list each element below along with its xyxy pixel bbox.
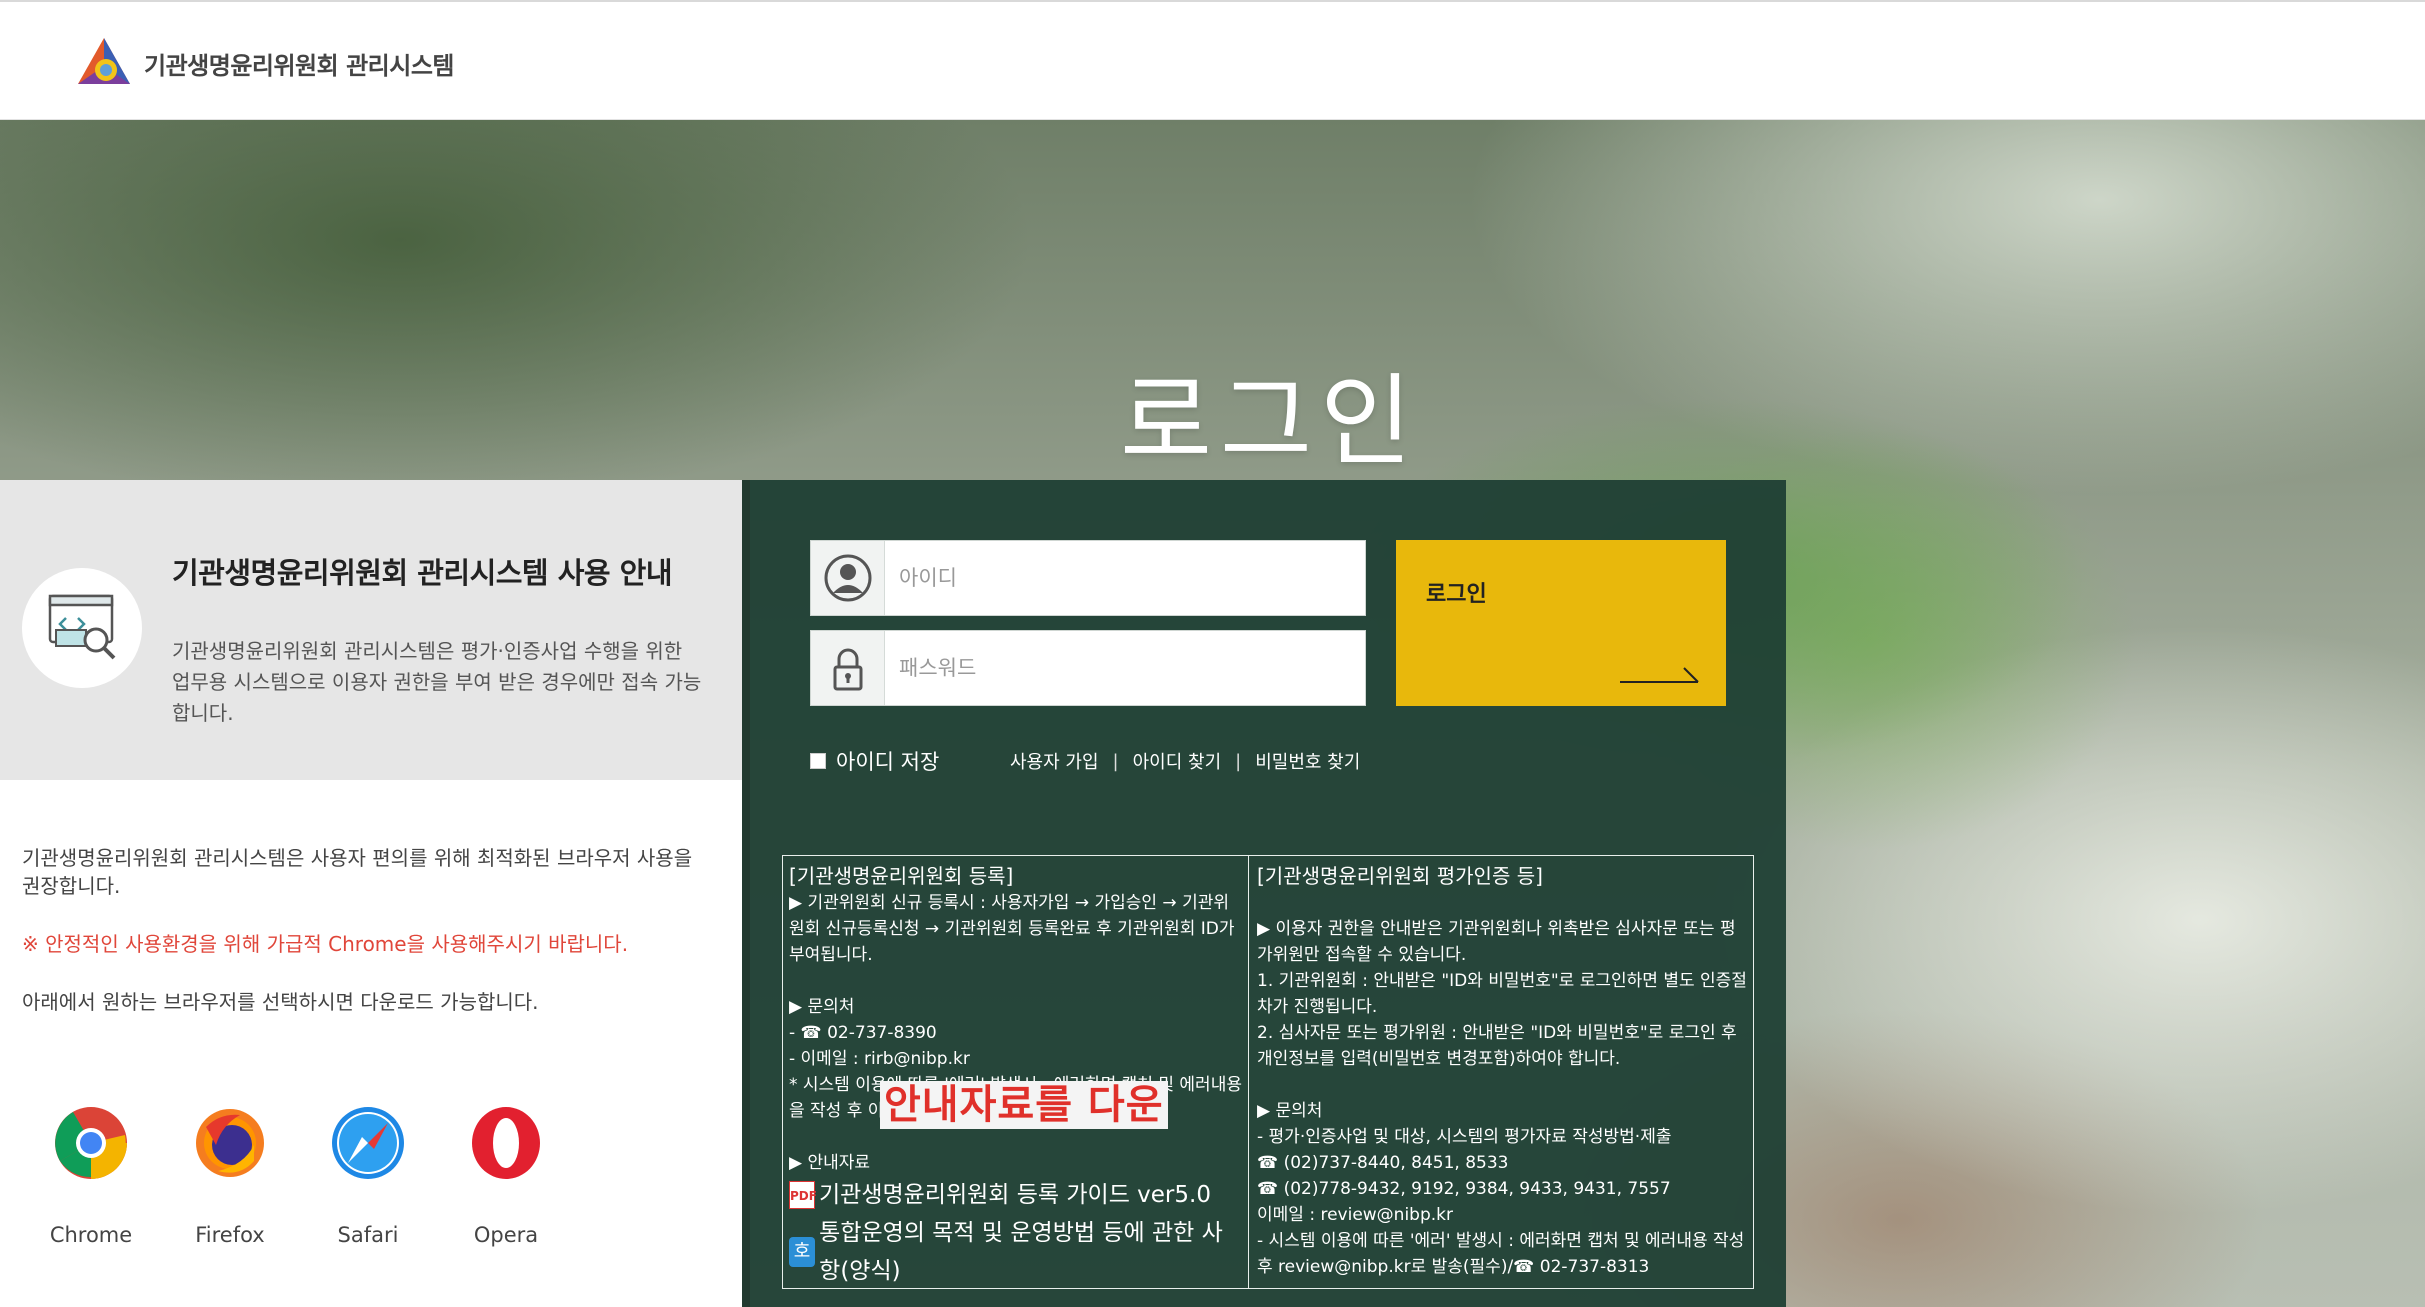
guide-panel: 기관생명윤리위원회 관리시스템 사용 안내 기관생명윤리위원회 관리시스템은 평… [0, 480, 742, 780]
panel-divider [742, 480, 750, 1307]
contact-heading: ▶ 문의처 [1257, 1101, 1323, 1121]
remember-checkbox[interactable] [810, 753, 826, 769]
form-file-name[interactable]: 통합운영의 목적 및 운영방법 등에 관한 사항(양식) [819, 1214, 1242, 1288]
guide-icon-frame [22, 568, 142, 688]
contact-phone: ☎ (02)737-8440, 8451, 8533 [1257, 1153, 1509, 1173]
arrow-right-icon[interactable] [1620, 662, 1700, 684]
form-download-link[interactable]: 호 통합운영의 목적 및 운영방법 등에 관한 사항(양식) [789, 1214, 1242, 1288]
browser-guide: 기관생명윤리위원회 관리시스템은 사용자 편의를 위해 최적화된 브라우저 사용… [0, 780, 742, 1307]
site-header: 기관생명윤리위원회 관리시스템 [0, 0, 2425, 120]
logo-icon[interactable] [76, 36, 132, 88]
chrome-notice: ※ 안정적인 사용환경을 위해 가급적 Chrome을 사용해주시기 바랍니다. [22, 932, 629, 956]
pdf-icon: PDF [789, 1181, 817, 1209]
guide-download-link[interactable]: PDF 기관생명윤리위원회 등록 가이드 ver5.0 [789, 1176, 1242, 1214]
guide-heading: 기관생명윤리위원회 관리시스템 사용 안내 [172, 556, 673, 590]
evaluation-heading: [기관생명윤리위원회 평가인증 등] [1257, 864, 1543, 888]
user-icon-box [811, 541, 885, 615]
contact-heading: ▶ 문의처 [789, 997, 855, 1017]
browser-label[interactable]: Safari [313, 1223, 423, 1247]
registration-heading: [기관생명윤리위원회 등록] [789, 864, 1014, 888]
browser-notice: 기관생명윤리위원회 관리시스템은 사용자 편의를 위해 최적화된 브라우저 사용… [22, 846, 693, 898]
guide-file-name[interactable]: 기관생명윤리위원회 등록 가이드 ver5.0 [819, 1176, 1211, 1214]
evaluation-line: 1. 기관위원회 : 안내받은 "ID와 비밀번호"로 로그인하면 별도 인증절… [1257, 971, 1747, 1017]
evaluation-line: ▶ 이용자 권한을 안내받은 기관위원회나 위촉받은 심사자문 또는 평가위원만… [1257, 919, 1736, 965]
remember-id[interactable]: 아이디 저장 [810, 746, 939, 776]
site-title[interactable]: 기관생명윤리위원회 관리시스템 [144, 46, 454, 81]
browser-firefox[interactable]: Firefox [175, 1105, 285, 1247]
info-evaluation: [기관생명윤리위원회 평가인증 등] ▶ 이용자 권한을 안내받은 기관위원회나… [1249, 856, 1753, 1288]
link-separator: | [1112, 750, 1119, 772]
id-field[interactable] [810, 540, 1366, 616]
contact-email: 이메일 : review@nibp.kr [1257, 1205, 1453, 1225]
password-input[interactable] [885, 631, 1363, 705]
info-box: [기관생명윤리위원회 등록] ▶ 기관위원회 신규 등록시 : 사용자가입 → … [782, 855, 1754, 1289]
guide-description: 기관생명윤리위원회 관리시스템은 평가·인증사업 수행을 위한 업무용 시스템으… [172, 639, 702, 725]
link-separator: | [1235, 750, 1242, 772]
contact-description: - 평가·인증사업 및 대상, 시스템의 평가자료 작성방법·제출 [1257, 1127, 1672, 1147]
id-input[interactable] [885, 541, 1363, 615]
signup-link[interactable]: 사용자 가입 [1010, 748, 1099, 774]
login-button[interactable]: 로그인 [1396, 540, 1726, 706]
download-banner: 안내자료를 다운 [880, 1081, 1168, 1129]
browser-opera[interactable]: Opera [451, 1105, 561, 1247]
error-note: - 시스템 이용에 따른 '에러' 발생시 : 에러화면 캡처 및 에러내용 작… [1257, 1231, 1745, 1277]
chrome-icon[interactable] [53, 1105, 129, 1181]
materials-heading: ▶ 안내자료 [789, 1153, 871, 1173]
lock-icon-box [811, 631, 885, 705]
browser-label[interactable]: Firefox [175, 1223, 285, 1247]
registration-steps: ▶ 기관위원회 신규 등록시 : 사용자가입 → 가입승인 → 기관위원회 신규… [789, 893, 1235, 965]
find-id-link[interactable]: 아이디 찾기 [1133, 748, 1222, 774]
user-icon [824, 554, 872, 602]
opera-icon[interactable] [468, 1105, 544, 1181]
login-links: 사용자 가입 | 아이디 찾기 | 비밀번호 찾기 [1010, 748, 1360, 774]
evaluation-line: 2. 심사자문 또는 평가위원 : 안내받은 "ID와 비밀번호"로 로그인 후… [1257, 1023, 1737, 1069]
lock-icon [833, 648, 863, 691]
info-panel: [기관생명윤리위원회 등록] ▶ 기관위원회 신규 등록시 : 사용자가입 → … [750, 825, 1786, 1307]
hwp-file-icon: 호 [789, 1237, 816, 1267]
login-panel: 로그인 아이디 저장 사용자 가입 | 아이디 찾기 | 비밀번호 찾기 [750, 480, 1786, 825]
login-button-label[interactable]: 로그인 [1426, 576, 1487, 608]
password-field[interactable] [810, 630, 1366, 706]
browser-chrome[interactable]: Chrome [36, 1105, 146, 1247]
safari-icon[interactable] [330, 1105, 406, 1181]
page-title: 로그인 [1120, 363, 1420, 480]
contact-phone: - ☎ 02-737-8390 [789, 1023, 937, 1043]
contact-phone: ☎ (02)778-9432, 9192, 9384, 9433, 9431, … [1257, 1179, 1671, 1199]
firefox-icon[interactable] [192, 1105, 268, 1181]
browser-label[interactable]: Opera [451, 1223, 561, 1247]
remember-label[interactable]: 아이디 저장 [836, 746, 939, 776]
info-registration: [기관생명윤리위원회 등록] ▶ 기관위원회 신규 등록시 : 사용자가입 → … [783, 856, 1249, 1288]
download-notice: 아래에서 원하는 브라우저를 선택하시면 다운로드 가능합니다. [22, 990, 539, 1014]
browser-safari[interactable]: Safari [313, 1105, 423, 1247]
contact-email: - 이메일 : rirb@nibp.kr [789, 1049, 970, 1069]
browser-label[interactable]: Chrome [36, 1223, 146, 1247]
find-password-link[interactable]: 비밀번호 찾기 [1255, 748, 1360, 774]
monitor-search-icon [48, 594, 116, 660]
